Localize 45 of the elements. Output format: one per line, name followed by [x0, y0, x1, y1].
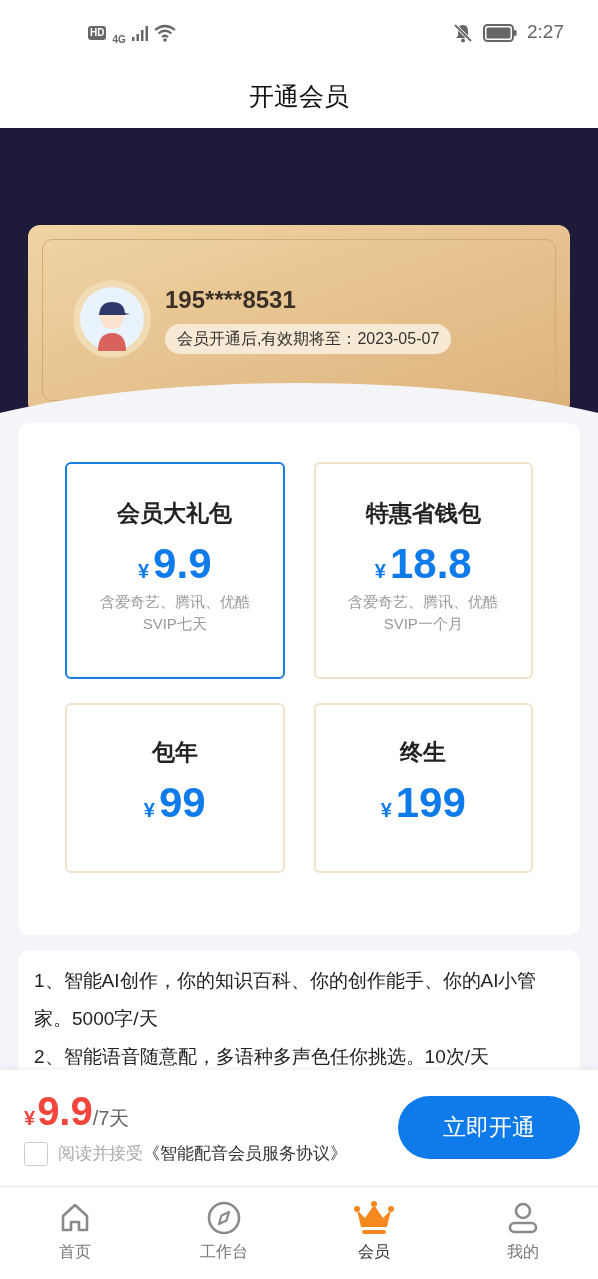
currency-symbol: ¥ [374, 558, 386, 584]
plan-card[interactable]: 终生 ¥199 [313, 703, 533, 873]
muted-bell-icon [453, 22, 473, 43]
agreement-checkbox[interactable] [24, 1141, 48, 1166]
plan-description: SVIP七天 [142, 613, 207, 634]
nav-tab[interactable]: 工作台 [149, 1188, 299, 1279]
plan-price: 9.9 [153, 538, 212, 589]
page-title: 开通会员 [249, 80, 349, 112]
nav-tab[interactable]: 我的 [448, 1188, 598, 1279]
currency-symbol: ¥ [380, 797, 392, 823]
plan-description: 含爱奇艺、腾讯、优酷 [99, 591, 250, 612]
plan-card[interactable]: 会员大礼包 ¥9.9 含爱奇艺、腾讯、优酷 SVIP七天 [65, 462, 285, 679]
plan-description: 含爱奇艺、腾讯、优酷 [348, 591, 499, 612]
benefit-text: 2、智能语音随意配，多语种多声色任你挑选。10次/天 [34, 1045, 490, 1069]
plan-price: 18.8 [389, 538, 472, 589]
plan-card[interactable]: 特惠省钱包 ¥18.8 含爱奇艺、腾讯、优酷 SVIP一个月 [313, 462, 533, 679]
agreement-link[interactable]: 《智能配音会员服务协议》 [143, 1140, 347, 1167]
agreement-label: 阅读并接受 [58, 1142, 143, 1165]
currency-symbol: ¥ [24, 1105, 36, 1131]
plan-price: 199 [395, 777, 466, 828]
signal-icon [131, 24, 148, 41]
plan-card[interactable]: 包年 ¥99 [65, 703, 285, 873]
plan-price: 99 [158, 777, 206, 828]
total-price: 9.9 [37, 1088, 93, 1133]
plan-name: 会员大礼包 [117, 499, 233, 528]
nav-tab[interactable]: 首页 [0, 1188, 150, 1279]
hd-indicator: HD [88, 25, 107, 40]
plan-description: SVIP一个月 [383, 613, 463, 634]
plan-name: 终生 [400, 738, 447, 767]
compass-icon [206, 1200, 243, 1236]
plan-name: 包年 [151, 738, 198, 767]
price-period: /7天 [92, 1106, 130, 1131]
expiry-note: 会员开通后,有效期将至：2023-05-07 [165, 324, 452, 354]
plan-name: 特惠省钱包 [365, 499, 481, 528]
user-phone: 195****8531 [165, 285, 297, 315]
currency-symbol: ¥ [143, 797, 155, 823]
wifi-icon [153, 23, 176, 42]
network-type: 4G [112, 33, 126, 47]
status-time: 2:27 [527, 20, 564, 45]
crown-icon [353, 1200, 394, 1236]
battery-icon [483, 23, 517, 42]
benefit-text: 1、智能AI创作，你的知识百科、你的创作能手、你的AI小管家。5000字/天 [34, 969, 538, 1031]
nav-tab[interactable]: 会员 [299, 1188, 449, 1279]
activate-button[interactable]: 立即开通 [398, 1096, 580, 1159]
currency-symbol: ¥ [138, 558, 150, 584]
